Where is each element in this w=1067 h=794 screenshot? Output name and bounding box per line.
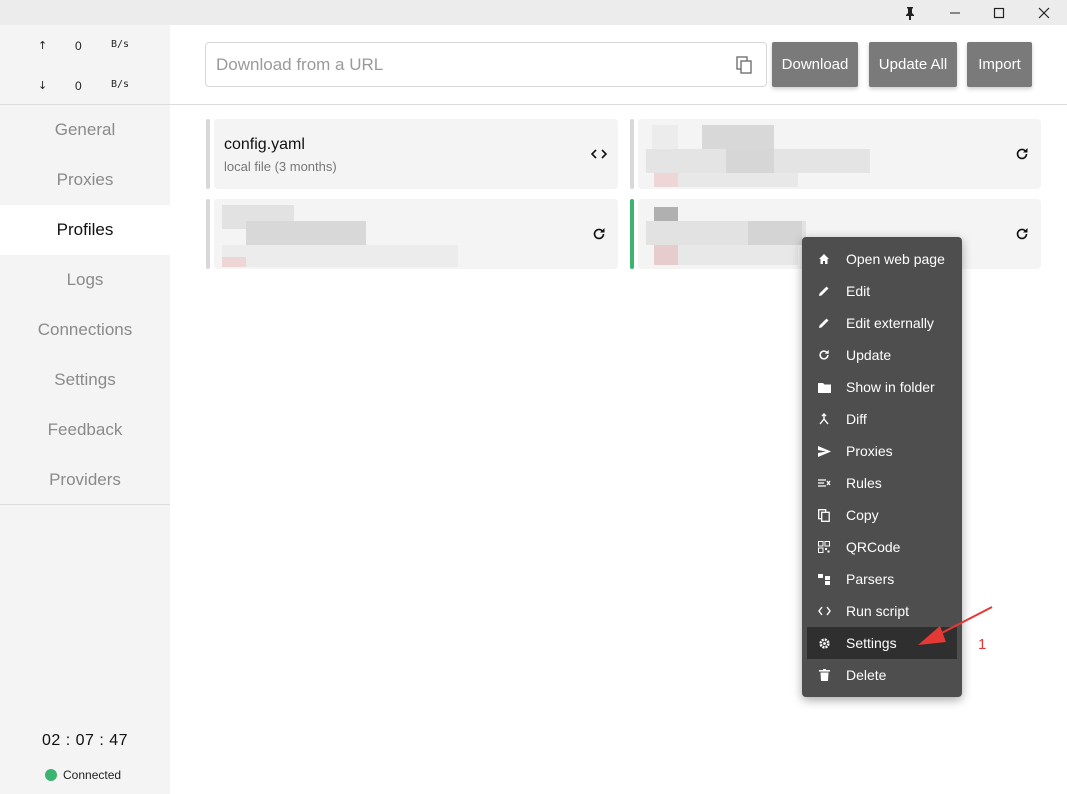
profile-selection-bar xyxy=(630,199,634,269)
traffic-panel: ↑ 0 B/s ↓ 0 B/s xyxy=(0,25,170,105)
menu-item-label: Run script xyxy=(846,603,910,619)
import-button[interactable]: Import xyxy=(967,42,1032,87)
merge-icon xyxy=(816,411,832,427)
sidebar-item-general[interactable]: General xyxy=(0,105,170,155)
sidebar-item-settings[interactable]: Settings xyxy=(0,355,170,405)
close-icon[interactable] xyxy=(1022,0,1066,25)
uptime-clock: 02 : 07 : 47 xyxy=(41,732,129,749)
download-speed: ↓ 0 B/s xyxy=(0,79,170,99)
home-icon xyxy=(816,251,832,267)
profiles-toolbar: Download Update All Import xyxy=(170,25,1067,105)
menu-item-copy[interactable]: Copy xyxy=(802,499,962,531)
menu-item-label: Open web page xyxy=(846,251,945,267)
menu-item-delete[interactable]: Delete xyxy=(802,659,962,691)
upload-speed: ↑ 0 B/s xyxy=(0,39,170,59)
menu-item-label: Proxies xyxy=(846,443,893,459)
menu-item-label: Show in folder xyxy=(846,379,935,395)
profile-card-3[interactable] xyxy=(206,199,618,269)
qrcode-icon xyxy=(816,539,832,555)
menu-item-parsers[interactable]: Parsers xyxy=(802,563,962,595)
download-arrow-icon: ↓ xyxy=(38,79,48,92)
profile-selection-bar xyxy=(206,199,210,269)
connection-status: Connected xyxy=(45,768,121,782)
update-all-button[interactable]: Update All xyxy=(869,42,957,87)
menu-item-label: Rules xyxy=(846,475,882,491)
menu-item-qrcode[interactable]: QRCode xyxy=(802,531,962,563)
trash-icon xyxy=(816,667,832,683)
rules-icon xyxy=(816,475,832,491)
refresh-icon[interactable] xyxy=(1013,225,1031,243)
menu-item-label: Delete xyxy=(846,667,887,683)
menu-item-label: QRCode xyxy=(846,539,901,555)
profile-name: config.yaml xyxy=(224,136,305,153)
menu-item-proxies[interactable]: Proxies xyxy=(802,435,962,467)
status-label: Connected xyxy=(63,768,122,782)
code-icon xyxy=(816,603,832,619)
menu-item-label: Settings xyxy=(846,635,897,651)
sidebar-item-profiles[interactable]: Profiles xyxy=(0,205,170,255)
menu-item-diff[interactable]: Diff xyxy=(802,403,962,435)
copy-icon xyxy=(816,507,832,523)
sidebar-item-logs[interactable]: Logs xyxy=(0,255,170,305)
upload-value: 0 xyxy=(75,39,82,53)
refresh-icon[interactable] xyxy=(1013,145,1031,163)
status-dot-icon xyxy=(45,769,57,781)
sidebar-item-proxies[interactable]: Proxies xyxy=(0,155,170,205)
code-icon[interactable] xyxy=(590,145,608,163)
sidebar-nav: General Proxies Profiles Logs Connection… xyxy=(0,105,170,505)
menu-item-label: Edit xyxy=(846,283,871,299)
profile-card-2[interactable] xyxy=(630,119,1041,189)
upload-unit: B/s xyxy=(111,39,130,50)
gear-icon xyxy=(816,635,832,651)
url-input[interactable] xyxy=(216,43,716,86)
menu-item-label: Update xyxy=(846,347,892,363)
menu-item-rules[interactable]: Rules xyxy=(802,467,962,499)
profile-selection-bar xyxy=(206,119,210,189)
parsers-icon xyxy=(816,571,832,587)
maximize-icon[interactable] xyxy=(977,0,1021,25)
menu-item-edit[interactable]: Edit xyxy=(802,275,962,307)
upload-arrow-icon: ↑ xyxy=(38,39,48,52)
menu-item-label: Diff xyxy=(846,411,867,427)
menu-item-open-web-page[interactable]: Open web page xyxy=(802,243,962,275)
pencil-icon xyxy=(816,315,832,331)
sidebar-item-feedback[interactable]: Feedback xyxy=(0,405,170,455)
download-unit: B/s xyxy=(111,79,130,90)
minimize-icon[interactable] xyxy=(933,0,977,25)
menu-item-label: Parsers xyxy=(846,571,895,587)
menu-item-label: Copy xyxy=(846,507,879,523)
download-value: 0 xyxy=(75,79,82,93)
menu-item-update[interactable]: Update xyxy=(802,339,962,371)
annotation-arrow xyxy=(918,606,993,645)
title-bar xyxy=(0,0,1067,25)
url-input-wrapper xyxy=(205,42,767,87)
pin-icon[interactable] xyxy=(888,0,932,25)
pencil-icon xyxy=(816,283,832,299)
menu-item-edit-externally[interactable]: Edit externally xyxy=(802,307,962,339)
paste-icon[interactable] xyxy=(736,56,752,74)
profile-subtitle: local file (3 months) xyxy=(224,159,337,174)
menu-item-show-in-folder[interactable]: Show in folder xyxy=(802,371,962,403)
sidebar: ↑ 0 B/s ↓ 0 B/s General Proxies Profiles… xyxy=(0,25,170,794)
annotation-label: 1 xyxy=(978,636,987,653)
folder-icon xyxy=(816,379,832,395)
send-icon xyxy=(816,443,832,459)
profile-selection-bar xyxy=(630,119,634,189)
profile-card-config[interactable]: config.yaml local file (3 months) xyxy=(206,119,618,189)
sidebar-item-connections[interactable]: Connections xyxy=(0,305,170,355)
refresh-icon xyxy=(816,347,832,363)
sidebar-divider xyxy=(0,504,170,505)
refresh-icon[interactable] xyxy=(590,225,608,243)
download-button[interactable]: Download xyxy=(772,42,858,87)
menu-item-label: Edit externally xyxy=(846,315,934,331)
sidebar-item-providers[interactable]: Providers xyxy=(0,455,170,505)
